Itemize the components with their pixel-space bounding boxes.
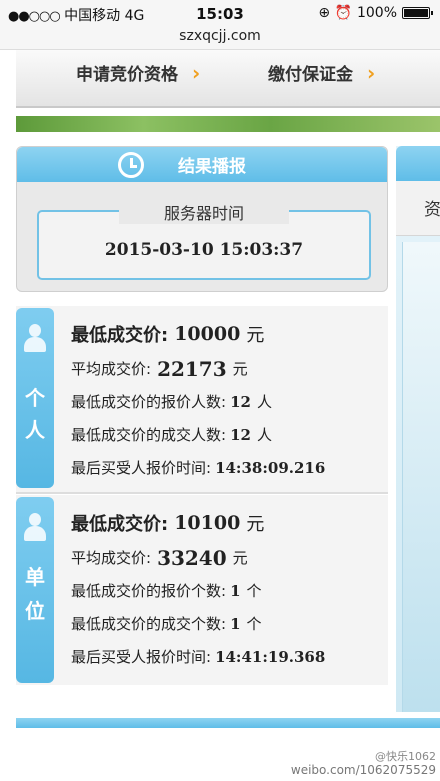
chevron-right-icon: › [192, 60, 201, 85]
right-panel-partial-text: 资 [424, 200, 440, 220]
battery-icon [402, 7, 433, 19]
person-tab-label-1: 个 [25, 386, 45, 410]
person-lowest-price-row: 最低成交价: 10000 元 [71, 316, 381, 352]
person-deal-count-row: 最低成交价的成交人数: 12 人 [71, 418, 381, 451]
row-label: 平均成交价: [71, 360, 152, 378]
unit-avg-price-row: 平均成交价: 33240 元 [71, 541, 381, 574]
row-unit: 元 [246, 325, 265, 346]
person-avg-price-row: 平均成交价: 22173 元 [71, 352, 381, 385]
unit-deal-count-row: 最低成交价的成交个数: 1 个 [71, 607, 381, 640]
nav-apply-bid-qualification[interactable]: 申请竞价资格 › [76, 60, 201, 86]
nav-bar: 申请竞价资格 › 缴付保证金 › [16, 50, 440, 108]
unit-results: 单 位 最低成交价: 10100 元 平均成交价: 33240 元 最低成交价的… [16, 495, 388, 685]
row-label: 最低成交价的成交个数: [71, 615, 227, 633]
server-time-label: 服务器时间 [119, 200, 289, 224]
chevron-right-icon: › [367, 60, 376, 85]
row-unit: 个 [246, 582, 262, 600]
nav-label: 申请竞价资格 [76, 65, 178, 85]
unit-deal-count: 1 [230, 614, 241, 633]
divider [16, 492, 388, 494]
row-label: 最低成交价的报价个数: [71, 582, 227, 600]
row-label: 最后买受人报价时间: [71, 648, 212, 666]
row-unit: 人 [256, 393, 272, 411]
bottom-bar [16, 718, 440, 728]
person-tab: 个 人 [16, 308, 54, 488]
result-panel: 结果播报 服务器时间 2015-03-10 15:03:37 [16, 146, 388, 292]
unit-tab-label-2: 位 [25, 599, 45, 623]
unit-lowest-price: 10100 [174, 512, 241, 534]
battery-percent: 100% [356, 5, 397, 21]
person-deal-count: 12 [230, 425, 251, 444]
row-label: 最低成交价: [71, 514, 169, 535]
unit-rows: 最低成交价: 10100 元 平均成交价: 33240 元 最低成交价的报价个数… [71, 505, 381, 673]
group-icon [23, 513, 47, 543]
unit-lowest-price-row: 最低成交价: 10100 元 [71, 505, 381, 541]
result-panel-title: 结果播报 [178, 157, 246, 177]
person-bid-count-row: 最低成交价的报价人数: 12 人 [71, 385, 381, 418]
person-rows: 最低成交价: 10000 元 平均成交价: 22173 元 最低成交价的报价人数… [71, 316, 381, 484]
unit-bid-count: 1 [230, 581, 241, 600]
row-unit: 人 [256, 426, 272, 444]
row-label: 最低成交价: [71, 325, 169, 346]
row-label: 平均成交价: [71, 549, 152, 567]
row-unit: 元 [232, 360, 248, 378]
unit-bid-count-row: 最低成交价的报价个数: 1 个 [71, 574, 381, 607]
row-label: 最后买受人报价时间: [71, 459, 212, 477]
row-label: 最低成交价的成交人数: [71, 426, 227, 444]
row-unit: 元 [232, 549, 248, 567]
result-panel-header: 结果播报 [17, 147, 387, 182]
unit-avg-price: 33240 [157, 545, 227, 570]
lock-alarm-icon: ⊕ ⏰ [318, 5, 352, 21]
unit-tab: 单 位 [16, 497, 54, 683]
row-unit: 个 [246, 615, 262, 633]
unit-last-time-row: 最后买受人报价时间: 14:41:19.368 [71, 640, 381, 673]
right-panel-sub: 资 [396, 181, 440, 236]
server-time-box: 服务器时间 2015-03-10 15:03:37 [37, 200, 371, 280]
nav-label: 缴付保证金 [268, 65, 353, 85]
person-last-time-row: 最后买受人报价时间: 14:38:09.216 [71, 451, 381, 484]
nav-pay-deposit[interactable]: 缴付保证金 › [268, 60, 376, 86]
person-avg-price: 22173 [157, 356, 227, 381]
row-label: 最低成交价的报价人数: [71, 393, 227, 411]
person-lowest-price: 10000 [174, 323, 241, 345]
row-unit: 元 [246, 514, 265, 535]
unit-last-time: 14:41:19.368 [215, 647, 326, 666]
person-icon [23, 324, 47, 354]
watermark-url: weibo.com/1062075529 [290, 763, 436, 777]
url-bar[interactable]: szxqcjj.com [0, 28, 440, 50]
status-right: ⊕ ⏰ 100% [318, 5, 433, 21]
status-bar: ●●○○○ 中国移动 4G 15:03 ⊕ ⏰ 100% [0, 0, 440, 28]
person-bid-count: 12 [230, 392, 251, 411]
banner-strip [16, 116, 440, 132]
server-time-value: 2015-03-10 15:03:37 [104, 240, 304, 260]
right-panel-body [402, 242, 440, 712]
person-last-time: 14:38:09.216 [215, 458, 326, 477]
watermark-handle: @快乐1062 [375, 750, 436, 763]
person-results: 个 人 最低成交价: 10000 元 平均成交价: 22173 元 最低成交价的… [16, 306, 388, 492]
right-panel-header [396, 146, 440, 181]
unit-tab-label-1: 单 [25, 565, 45, 589]
right-panel: 资 [396, 146, 440, 712]
refresh-clock-icon [118, 151, 144, 178]
person-tab-label-2: 人 [25, 418, 45, 442]
